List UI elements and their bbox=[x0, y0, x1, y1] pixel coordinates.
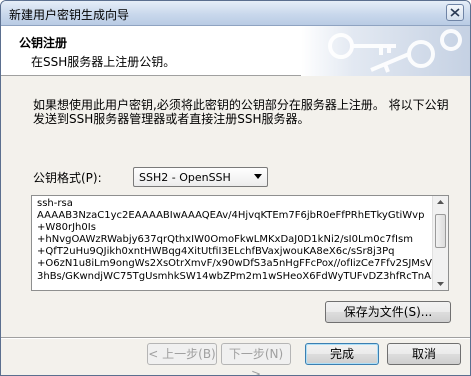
wizard-header: 公钥注册 在SSH服务器上注册公钥。 bbox=[1, 26, 470, 76]
close-button[interactable] bbox=[446, 4, 464, 21]
public-key-text: ssh-rsa AAAAB3NzaC1yc2EAAAABIwAAAQEAv/4Hj… bbox=[37, 198, 433, 290]
key-format-select[interactable]: SSH2 - OpenSSH bbox=[133, 167, 268, 187]
finish-button[interactable]: 完成 bbox=[305, 343, 379, 365]
cancel-button[interactable]: 取消 bbox=[387, 343, 461, 365]
page-title: 公钥注册 bbox=[19, 36, 68, 50]
back-button[interactable]: < 上一步(B) bbox=[147, 343, 217, 365]
public-key-line: +O6zN1u8iLm9ongWs2XsOtrXmvF/x90wDfS3a5nH… bbox=[37, 258, 432, 270]
public-key-line: +QfT2uHu9QJikh0xntHWBqg4XitUtfiI3ELchfBV… bbox=[37, 246, 395, 258]
public-key-line: +hNvgOAWzRWabjy637qrQthxIW0OmoFkwLMKxDaJ… bbox=[37, 234, 413, 246]
public-key-line: AAAAB3NzaC1yc2EAAAABIwAAAQEAv/4HjvqKTEm7… bbox=[37, 210, 425, 222]
public-key-line: 3hBs/GKwndjWC75TgUsmhkSW14wbZPm2m1wSHeoX… bbox=[37, 270, 433, 282]
chevron-down-icon bbox=[254, 174, 262, 179]
public-key-line: +W80rJh0Is bbox=[37, 222, 96, 234]
wizard-window: 新建用户密钥生成向导 公钥注册 在SSH服务器上注册公钥。 如果想使用此用户密钥… bbox=[0, 0, 471, 376]
instruction-text: 如果想使用此用户密钥,必须将此密钥的公钥部分在服务器上注册。 将以下公钥发送到S… bbox=[33, 98, 449, 126]
title-bar[interactable]: 新建用户密钥生成向导 bbox=[1, 1, 470, 26]
footer-divider bbox=[1, 337, 470, 339]
format-label: 公钥格式(P): bbox=[33, 171, 102, 185]
close-icon bbox=[450, 8, 460, 17]
page-subtitle: 在SSH服务器上注册公钥。 bbox=[31, 55, 176, 69]
scroll-up-icon[interactable] bbox=[437, 200, 444, 204]
public-key-line: ssh-rsa bbox=[37, 198, 73, 209]
key-format-value: SSH2 - OpenSSH bbox=[139, 171, 231, 184]
key-icon bbox=[328, 29, 462, 73]
keys-banner-image bbox=[301, 26, 470, 76]
scrollbar-thumb[interactable] bbox=[435, 214, 446, 248]
save-to-file-button[interactable]: 保存为文件(S)... bbox=[325, 301, 451, 323]
vertical-scrollbar[interactable] bbox=[432, 196, 448, 290]
scroll-down-icon[interactable] bbox=[437, 282, 444, 286]
window-title: 新建用户密钥生成向导 bbox=[9, 8, 130, 22]
next-button[interactable]: 下一步(N) > bbox=[221, 343, 291, 375]
wizard-body: 如果想使用此用户密钥,必须将此密钥的公钥部分在服务器上注册。 将以下公钥发送到S… bbox=[1, 77, 470, 337]
public-key-textarea[interactable]: ssh-rsa AAAAB3NzaC1yc2EAAAABIwAAAQEAv/4Hj… bbox=[31, 195, 449, 291]
